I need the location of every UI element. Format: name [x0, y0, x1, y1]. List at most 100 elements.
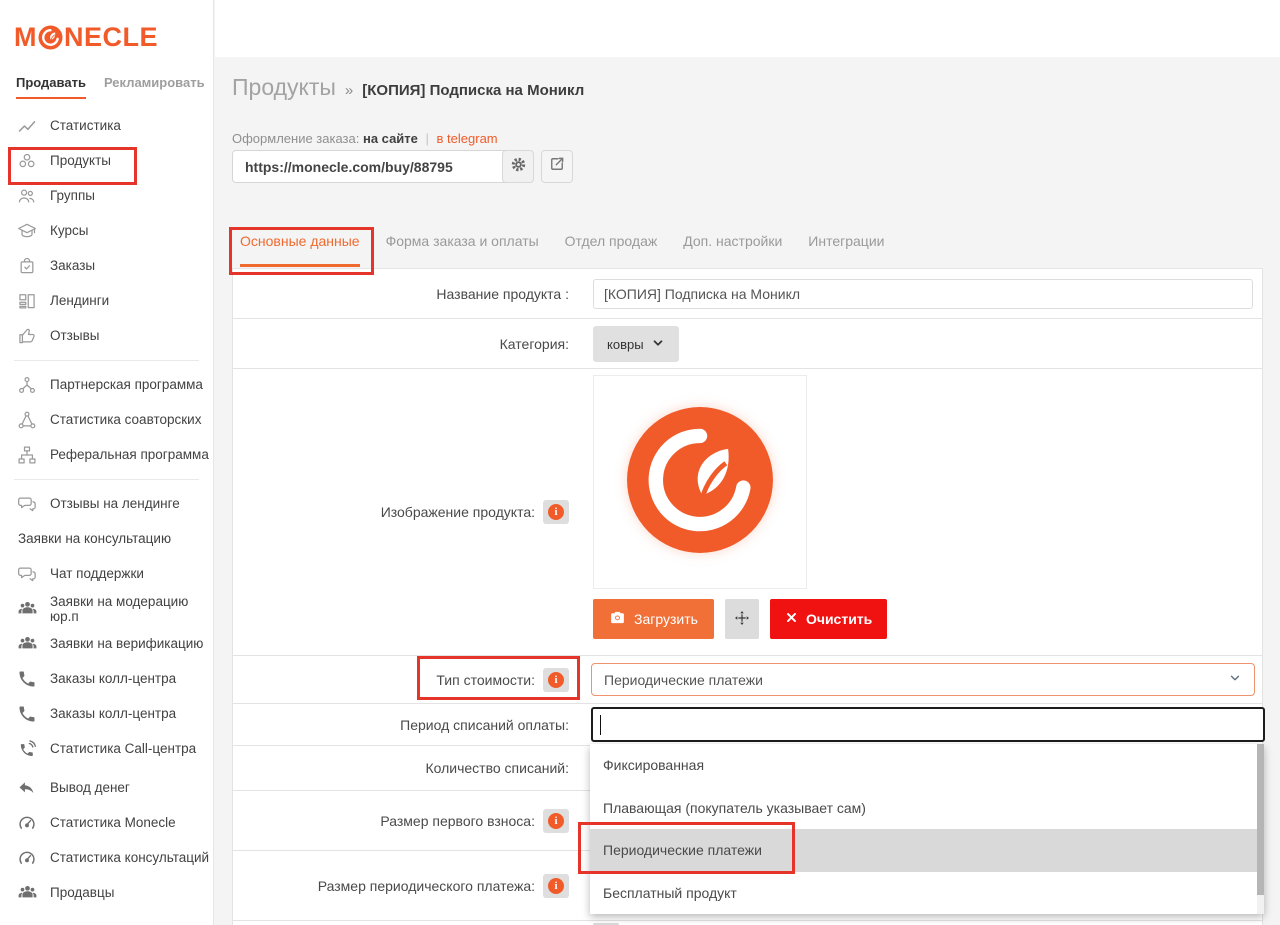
sidebar-item-группы[interactable]: Группы — [0, 178, 213, 213]
sidebar-item-заказы-колл-центра[interactable]: Заказы колл-центра — [0, 661, 213, 696]
sidebar-item-отзывы[interactable]: Отзывы — [0, 318, 213, 353]
monecle-leaf-logo-image — [624, 404, 776, 561]
buy-url-input[interactable] — [232, 150, 512, 183]
tab-2[interactable]: Отдел продаж — [565, 233, 658, 267]
form-row-1: Категория: ковры — [233, 318, 1262, 368]
form-label: Количество списаний: — [425, 760, 569, 776]
sidebar-item-вывод-денег[interactable]: Вывод денег — [0, 770, 213, 805]
clear-image-button[interactable]: Очистить — [770, 599, 887, 639]
sidebar-item-label: Продавцы — [50, 885, 114, 900]
sidebar-item-статистика-консультаций[interactable]: Статистика консультаций — [0, 840, 213, 875]
dropdown-scrollbar[interactable] — [1257, 744, 1264, 914]
network-triangle-icon — [16, 409, 38, 431]
sidebar-item-чат-поддержки[interactable]: Чат поддержки — [0, 556, 213, 591]
tab-4[interactable]: Интеграции — [808, 233, 884, 267]
info-icon[interactable]: i — [543, 874, 569, 898]
sidebar-item-статистика[interactable]: Статистика — [0, 108, 213, 143]
sidebar-item-статистика-monecle[interactable]: Статистика Monecle — [0, 805, 213, 840]
phone-icon — [16, 668, 38, 690]
sidebar-item-label: Заявки на консультацию — [18, 531, 171, 546]
sidebar-item-label: Заявки на модерацию юр.п — [50, 594, 213, 624]
product-name-input[interactable] — [593, 279, 1253, 309]
camera-icon — [609, 609, 626, 629]
sidebar-item-статистика-соавторских[interactable]: Статистика соавторских — [0, 402, 213, 437]
sidebar-item-label: Продукты — [50, 153, 111, 168]
gear-icon — [509, 155, 528, 179]
chevron-down-icon — [1228, 671, 1242, 688]
breadcrumb: Продукты » [КОПИЯ] Подписка на Моникл — [232, 74, 584, 101]
sidebar-item-лендинги[interactable]: Лендинги — [0, 283, 213, 318]
products-icon — [16, 150, 38, 172]
checkout-site-link[interactable]: на сайте — [363, 131, 418, 146]
form-label: Категория: — [500, 336, 569, 352]
dropdown-option-3[interactable]: Бесплатный продукт — [590, 872, 1264, 915]
form-row-4: Период списаний оплаты: — [233, 703, 1262, 745]
sidebar-item-label: Статистика соавторских — [50, 412, 201, 427]
sidebar-item-заказы-колл-центра[interactable]: Заказы колл-центра — [0, 696, 213, 731]
image-buttons: Загрузить Очистить — [593, 599, 887, 639]
upload-image-button[interactable]: Загрузить — [593, 599, 714, 639]
checkout-pipe: | — [426, 131, 429, 146]
form-field-cell: ковры — [583, 319, 1262, 368]
sidebar-item-label: Заказы колл-центра — [50, 706, 176, 721]
sidebar-item-label: Заказы колл-центра — [50, 671, 176, 686]
dropdown-option-2[interactable]: Периодические платежи — [590, 829, 1264, 872]
sidebar-item-курсы[interactable]: Курсы — [0, 213, 213, 248]
move-image-button[interactable] — [725, 599, 759, 639]
landings-icon — [16, 290, 38, 312]
dropdown-option-0[interactable]: Фиксированная — [590, 744, 1264, 787]
tab-1[interactable]: Форма заказа и оплаты — [386, 233, 539, 267]
sidebar-item-label: Заказы — [50, 258, 95, 273]
sidebar-item-заказы[interactable]: Заказы — [0, 248, 213, 283]
dropdown-scrollbar-thumb[interactable] — [1257, 744, 1264, 895]
sidebar-item-заявки-на-верификацию[interactable]: Заявки на верификацию — [0, 626, 213, 661]
form-row-0: Название продукта : — [233, 268, 1262, 318]
dropdown-option-1[interactable]: Плавающая (покупатель указывает сам) — [590, 787, 1264, 830]
sidebar-item-партнерская-программа[interactable]: Партнерская программа — [0, 367, 213, 402]
cost-type-select[interactable]: Периодические платежи — [591, 663, 1255, 696]
form-label-cell: Размер периодического платежа:i — [233, 851, 583, 920]
sidebar-divider — [0, 353, 213, 367]
app-window: M NECLE Продавать Рекламировать Статистик… — [0, 0, 1280, 925]
chat-icon — [16, 493, 38, 515]
dropdown-search-input[interactable] — [591, 707, 1265, 742]
phone-wave-icon — [16, 738, 38, 760]
sidebar-item-продукты[interactable]: Продукты — [0, 143, 213, 178]
url-settings-button[interactable] — [502, 150, 534, 183]
sidebar-item-label: Статистика Call-центра — [50, 741, 196, 756]
tab-0[interactable]: Основные данные — [240, 233, 360, 267]
sidebar-item-заявки-на-консультацию[interactable]: Заявки на консультацию — [0, 521, 213, 556]
sidebar-item-отзывы-на-лендинге[interactable]: Отзывы на лендинге — [0, 486, 213, 521]
sidebar-item-label: Заявки на верификацию — [50, 636, 203, 651]
sidebar-item-label: Отзывы на лендинге — [50, 496, 180, 511]
main-top-strip — [215, 0, 1280, 57]
info-icon[interactable]: i — [543, 668, 569, 692]
breadcrumb-root[interactable]: Продукты — [232, 74, 336, 101]
sidebar-divider — [0, 472, 213, 486]
tab-3[interactable]: Доп. настройки — [683, 233, 782, 267]
breadcrumb-separator: » — [345, 82, 353, 99]
form-label-cell — [233, 921, 583, 925]
open-url-button[interactable] — [541, 150, 573, 183]
sidebar-item-реферальная-программа[interactable]: Реферальная программа — [0, 437, 213, 472]
form-label: Период списаний оплаты: — [400, 717, 569, 733]
monecle-logo[interactable]: M NECLE — [14, 22, 158, 53]
form-label-cell: Изображение продукта:i — [233, 369, 583, 655]
category-button[interactable]: ковры — [593, 326, 679, 362]
info-icon[interactable]: i — [543, 500, 569, 524]
cost-type-value: Периодические платежи — [604, 672, 763, 688]
sidebar: M NECLE Продавать Рекламировать Статистик… — [0, 0, 214, 925]
form-row-2: Изображение продукта:iЗагрузить Очистить — [233, 368, 1262, 655]
sidebar-item-статистика-call-центра[interactable]: Статистика Call-центра — [0, 731, 213, 766]
form-label: Тип стоимости: — [436, 672, 535, 688]
sidebar-mode-tab-0[interactable]: Продавать — [16, 75, 86, 99]
sidebar-item-продавцы[interactable]: Продавцы — [0, 875, 213, 910]
sidebar-mode-tab-1[interactable]: Рекламировать — [104, 75, 205, 99]
info-icon[interactable]: i — [543, 809, 569, 833]
sidebar-item-заявки-на-модерацию-юр-п[interactable]: Заявки на модерацию юр.п — [0, 591, 213, 626]
users-solid-icon — [16, 882, 38, 904]
cost-type-dropdown: ФиксированнаяПлавающая (покупатель указы… — [590, 744, 1264, 914]
product-image-preview — [593, 375, 807, 589]
form-label-cell: Размер первого взноса:i — [233, 791, 583, 850]
checkout-telegram-link[interactable]: в telegram — [437, 131, 498, 146]
